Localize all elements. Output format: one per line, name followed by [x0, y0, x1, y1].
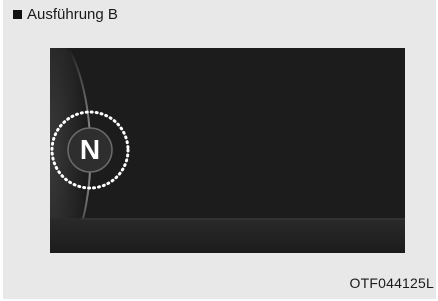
cluster-display: N	[50, 48, 405, 253]
gear-indicator-letter: N	[79, 134, 101, 165]
caption-text: Ausführung B	[27, 6, 118, 23]
square-bullet-icon	[13, 10, 22, 19]
figure-caption: Ausführung B	[13, 6, 118, 23]
reference-code: OTF044125L	[349, 275, 434, 291]
figure-panel: Ausführung B N OTF044125L	[3, 0, 436, 299]
bottom-band	[50, 218, 405, 253]
